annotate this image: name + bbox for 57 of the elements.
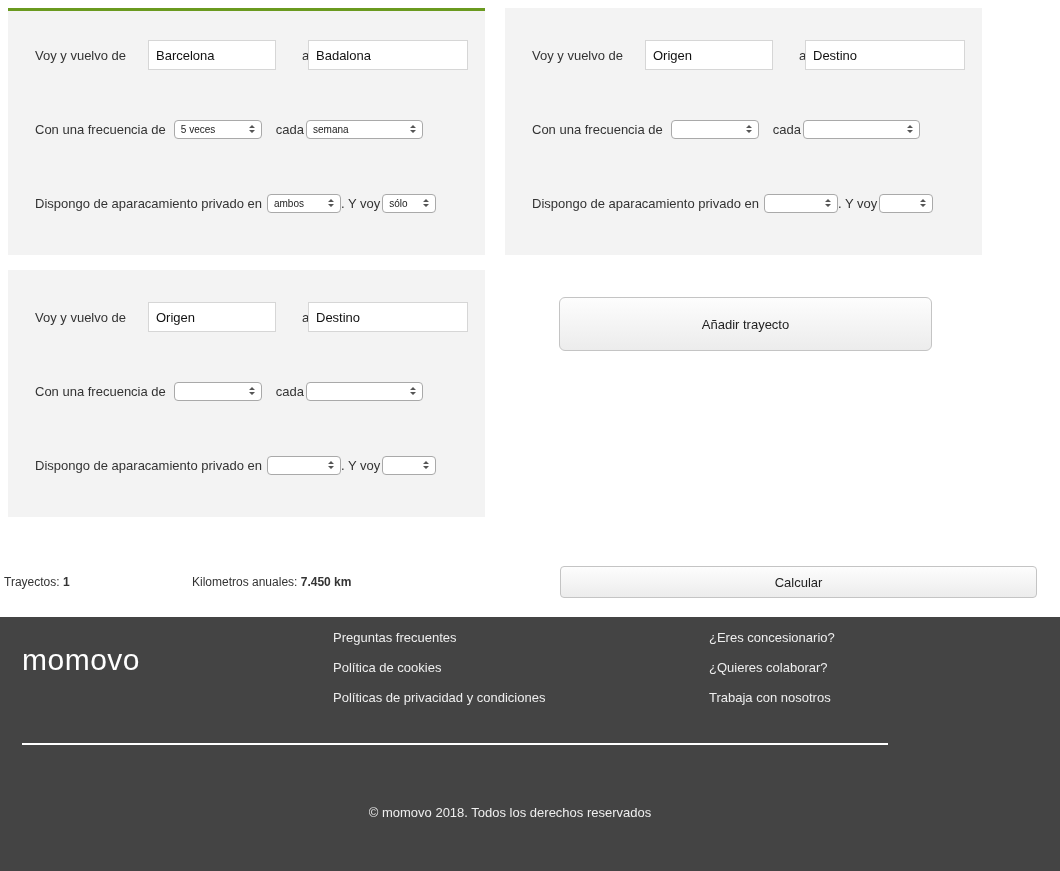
updown-arrow-icon bbox=[327, 461, 334, 469]
dropdown[interactable] bbox=[803, 119, 920, 139]
field-label: Con una frecuencia de bbox=[35, 383, 166, 399]
field-label: Con una frecuencia de bbox=[532, 121, 663, 137]
field-label: cada bbox=[772, 121, 801, 137]
footer-link[interactable]: ¿Eres concesionario? bbox=[709, 629, 835, 647]
field-label: Dispongo de aparacamiento privado en bbox=[35, 457, 262, 473]
dropdown[interactable]: 5 veces bbox=[173, 119, 262, 139]
updown-arrow-icon bbox=[423, 199, 430, 207]
footer-link[interactable]: Políticas de privacidad y condiciones bbox=[333, 689, 709, 707]
field-label: Con una frecuencia de bbox=[35, 121, 166, 137]
field-label: . Y voy bbox=[340, 195, 381, 211]
field-label: . Y voy bbox=[340, 457, 381, 473]
text-field[interactable]: Destino bbox=[308, 302, 468, 332]
footer-link[interactable]: ¿Quieres colaborar? bbox=[709, 659, 835, 677]
text-field[interactable]: Origen bbox=[148, 302, 276, 332]
dropdown[interactable] bbox=[173, 381, 262, 401]
dropdown[interactable]: semana bbox=[306, 119, 423, 139]
dropdown[interactable]: ambos bbox=[266, 193, 341, 213]
dropdown[interactable] bbox=[879, 193, 934, 213]
dropdown[interactable]: sólo bbox=[382, 193, 437, 213]
dropdown[interactable] bbox=[266, 455, 341, 475]
updown-arrow-icon bbox=[248, 387, 255, 395]
text-field[interactable]: Origen bbox=[645, 40, 773, 70]
updown-arrow-icon bbox=[410, 387, 416, 395]
text-field[interactable]: Barcelona bbox=[148, 40, 276, 70]
updown-arrow-icon bbox=[907, 125, 913, 133]
dropdown[interactable] bbox=[763, 193, 838, 213]
footer-link[interactable]: Trabaja con nosotros bbox=[709, 689, 835, 707]
updown-arrow-icon bbox=[423, 461, 430, 469]
dropdown[interactable] bbox=[670, 119, 759, 139]
footer-link[interactable]: Preguntas frecuentes bbox=[333, 629, 709, 647]
text-field[interactable]: Badalona bbox=[308, 40, 468, 70]
field-label: Voy y vuelvo de bbox=[35, 309, 128, 325]
annual-kilometers: Kilometros anuales: 7.450 km bbox=[192, 575, 353, 589]
calculate-button[interactable]: Calcular bbox=[560, 566, 1037, 598]
add-trip-button[interactable]: Añadir trayecto bbox=[559, 297, 932, 351]
dropdown[interactable] bbox=[306, 381, 423, 401]
field-label: Dispongo de aparacamiento privado en bbox=[532, 195, 759, 211]
logo[interactable]: momovo bbox=[0, 629, 333, 729]
field-label: cada bbox=[275, 383, 304, 399]
updown-arrow-icon bbox=[824, 199, 831, 207]
text-field[interactable]: Destino bbox=[805, 40, 965, 70]
dropdown[interactable] bbox=[382, 455, 437, 475]
trip-count: Trayectos: 1 bbox=[3, 575, 71, 589]
field-label: Voy y vuelvo de bbox=[35, 47, 128, 63]
updown-arrow-icon bbox=[248, 125, 255, 133]
field-label: Voy y vuelvo de bbox=[532, 47, 625, 63]
field-label: Dispongo de aparacamiento privado en bbox=[35, 195, 262, 211]
updown-arrow-icon bbox=[745, 125, 752, 133]
footer-link[interactable]: Política de cookies bbox=[333, 659, 709, 677]
updown-arrow-icon bbox=[410, 125, 416, 133]
copyright-text: © momovo 2018. Todos los derechos reservados bbox=[367, 805, 653, 820]
updown-arrow-icon bbox=[327, 199, 334, 207]
updown-arrow-icon bbox=[920, 199, 927, 207]
field-label: . Y voy bbox=[837, 195, 878, 211]
field-label: cada bbox=[275, 121, 304, 137]
